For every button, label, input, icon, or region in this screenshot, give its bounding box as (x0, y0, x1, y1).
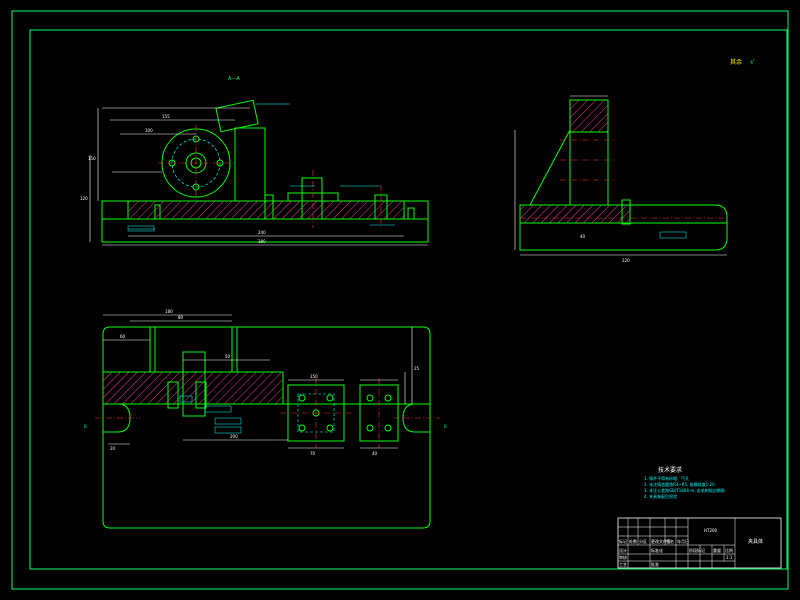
title-row-label-2: 分区 (639, 538, 647, 544)
tech-line-4: 4. 夹具装配后检验 (644, 493, 677, 499)
side-upright-hatch (569, 99, 609, 133)
dim-front-total: 380 (258, 239, 266, 244)
tech-line-3: 3. 未注公差按GB/T1804-m, 去毛刺锐边倒角 (644, 487, 725, 493)
section-mark-b-right: B (444, 424, 447, 429)
roughness-label: 其余 (730, 58, 742, 66)
dim-top-8: 25 (414, 366, 420, 371)
front-dimension-lines (89, 107, 428, 246)
dim-side-total: 220 (622, 258, 630, 263)
title-stage-label-1: 重量 (713, 547, 721, 553)
dim-top-6: 70 (310, 451, 316, 456)
dim-top-3: 60 (120, 334, 126, 339)
title-bottom-label-4: 批准 (651, 561, 659, 567)
dim-top-5: 200 (230, 434, 238, 439)
title-block: HT200 夹具体 1:1 标记 处数 分区 更改文件号 签名 年月日 设计 标… (617, 517, 782, 569)
section-label-a: A—A (228, 76, 240, 82)
title-row-label-5: 年月日 (677, 538, 689, 544)
title-row-label-1: 处数 (629, 538, 637, 544)
front-base-hatch (127, 200, 405, 220)
front-tolerance-box (127, 225, 155, 232)
dim-top-9: 20 (110, 446, 116, 451)
tech-heading: 技术要求 (658, 466, 682, 474)
title-material: HT200 (704, 528, 718, 533)
dim-top-2: 80 (178, 315, 184, 320)
side-dimension-lines (514, 95, 727, 256)
dim-top-4: 50 (225, 354, 231, 359)
dim-front-3: 100 (145, 128, 153, 133)
tech-line-1: 1. 铸件不得有砂眼、气孔 (644, 475, 689, 481)
front-view: A—A 380 240 155 100 150 120 (80, 76, 429, 246)
title-row-label-0: 标记 (619, 538, 627, 544)
side-tolerance-box (659, 231, 687, 239)
dim-front-height-1: 150 (88, 156, 96, 161)
sheet-border (11, 10, 789, 590)
title-scale: 1:1 (726, 555, 733, 560)
roughness-note: 其余 √ (730, 58, 755, 66)
title-stage-label-0: 阶段标记 (689, 547, 705, 553)
cad-drawing: 其余 √ A—A 380 240 155 100 150 120 220 40 … (11, 10, 789, 590)
top-base-outline (102, 326, 431, 529)
front-round-fixture (158, 125, 234, 201)
dim-top-10: 150 (310, 374, 318, 379)
title-bottom-label-2: 审核 (619, 554, 627, 560)
side-base-hatch (520, 205, 630, 223)
title-stage-label-2: 比例 (725, 547, 733, 553)
dim-front-height-2: 120 (80, 196, 88, 201)
title-bottom-label-0: 设计 (619, 547, 627, 553)
dim-front-1: 240 (258, 230, 266, 235)
title-part-name: 夹具体 (748, 538, 763, 545)
side-rib (529, 129, 571, 206)
title-row-label-4: 签名 (666, 538, 674, 544)
dim-top-7: 40 (372, 451, 378, 456)
top-view: B B 180 80 60 50 200 70 40 25 20 150 (84, 309, 447, 529)
dim-top-1: 180 (165, 309, 173, 314)
front-bolt-4 (407, 207, 415, 220)
side-view: 220 40 (514, 95, 728, 263)
front-vertical-plate (234, 127, 266, 202)
roughness-symbol-icon: √ (750, 58, 755, 66)
top-rail-hatch (102, 371, 284, 405)
tech-requirements: 技术要求 1. 铸件不得有砂眼、气孔 2. 未注铸造圆角R3~R5, 拔模斜度1… (644, 466, 725, 499)
tech-line-2: 2. 未注铸造圆角R3~R5, 拔模斜度1:20 (644, 481, 715, 487)
title-bottom-label-1: 标准化 (651, 547, 663, 553)
section-mark-b-left: B (84, 424, 87, 429)
title-bottom-label-3: 工艺 (619, 562, 627, 567)
dim-side-1: 40 (580, 234, 586, 239)
dim-front-2: 155 (162, 114, 170, 119)
front-vertical-plate-top (215, 99, 259, 133)
